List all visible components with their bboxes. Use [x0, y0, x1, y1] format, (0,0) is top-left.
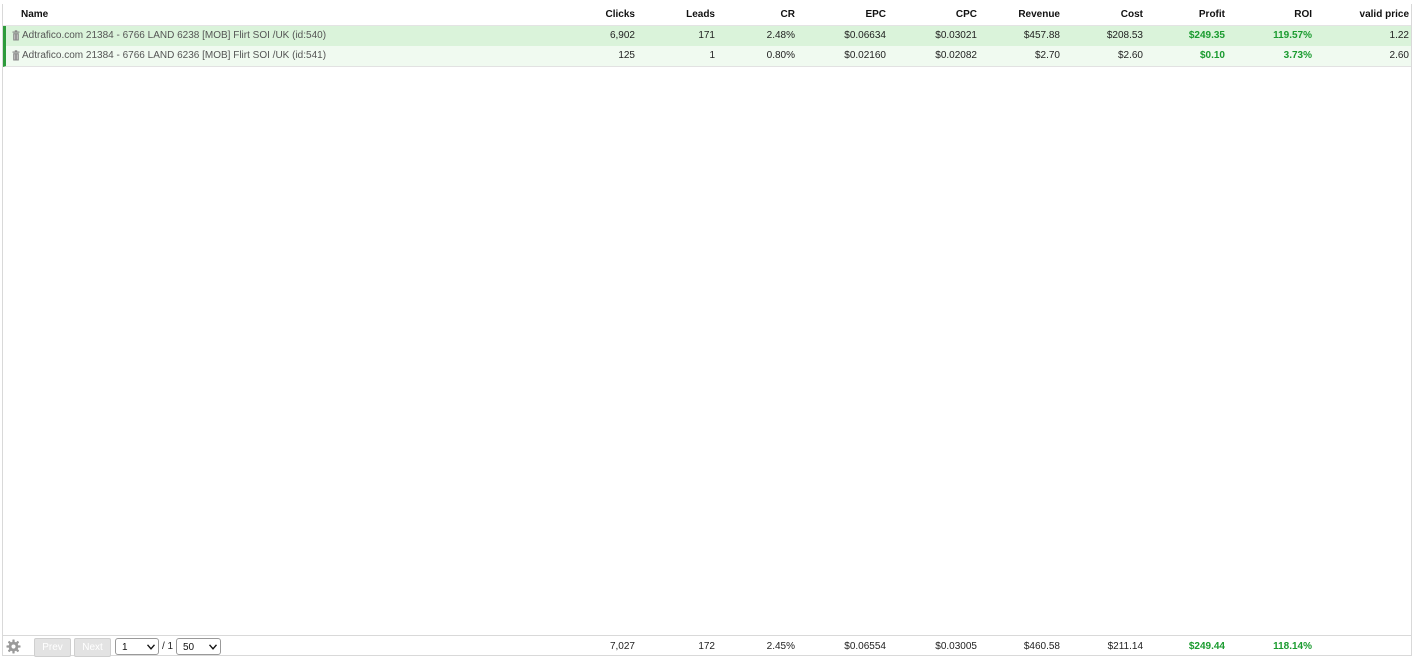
- per-page-select[interactable]: 50: [176, 638, 221, 655]
- table-header: Name Clicks Leads CR EPC CPC Revenue Cos…: [3, 4, 1411, 26]
- column-header-clicks[interactable]: Clicks: [563, 4, 635, 25]
- cell-cpc: $0.03021: [935, 30, 977, 41]
- per-page-select-value: 50: [183, 642, 195, 653]
- trash-icon[interactable]: [12, 30, 20, 41]
- total-revenue: $460.58: [1023, 641, 1060, 652]
- cell-epc: $0.06634: [844, 30, 886, 41]
- cell-cr: 2.48%: [766, 30, 795, 41]
- cell-roi: 3.73%: [1283, 50, 1312, 61]
- page-count-label: / 1: [162, 641, 174, 652]
- cell-valid-price: 1.22: [1389, 30, 1409, 41]
- column-header-valid-price[interactable]: valid price: [1318, 4, 1409, 25]
- column-header-profit[interactable]: Profit: [1148, 4, 1225, 25]
- cell-profit: $0.10: [1199, 50, 1225, 61]
- column-header-cost[interactable]: Cost: [1068, 4, 1143, 25]
- column-header-leads[interactable]: Leads: [643, 4, 715, 25]
- column-header-roi[interactable]: ROI: [1233, 4, 1312, 25]
- cell-clicks: 125: [618, 50, 635, 61]
- page-select-value: 1: [122, 642, 128, 653]
- cell-leads: 1: [709, 50, 715, 61]
- column-header-name[interactable]: Name: [21, 4, 48, 25]
- total-clicks: 7,027: [609, 641, 635, 652]
- column-header-revenue[interactable]: Revenue: [983, 4, 1060, 25]
- total-profit: $249.44: [1188, 641, 1225, 652]
- chevron-down-icon: [209, 644, 217, 650]
- gear-icon[interactable]: [6, 639, 21, 654]
- cell-revenue: $2.70: [1034, 50, 1060, 61]
- total-roi: 118.14%: [1273, 641, 1312, 652]
- cell-cost: $2.60: [1117, 50, 1143, 61]
- cell-profit: $249.35: [1188, 30, 1225, 41]
- table-footer: Prev Next 1 / 1 50 7,027 172 2.45% $0.06…: [3, 635, 1411, 657]
- cell-revenue: $457.88: [1023, 30, 1060, 41]
- cell-cost: $208.53: [1106, 30, 1143, 41]
- total-epc: $0.06554: [844, 641, 886, 652]
- total-leads: 172: [698, 641, 715, 652]
- prev-button[interactable]: Prev: [34, 638, 71, 657]
- total-cpc: $0.03005: [935, 641, 977, 652]
- column-header-cr[interactable]: CR: [723, 4, 795, 25]
- cell-epc: $0.02160: [844, 50, 886, 61]
- table-row[interactable]: Adtrafico.com 21384 - 6766 LAND 6236 [MO…: [3, 46, 1411, 67]
- next-button[interactable]: Next: [74, 638, 111, 657]
- cell-leads: 171: [698, 30, 715, 41]
- page-select[interactable]: 1: [115, 638, 159, 655]
- row-name[interactable]: Adtrafico.com 21384 - 6766 LAND 6236 [MO…: [22, 46, 326, 66]
- column-header-epc[interactable]: EPC: [803, 4, 886, 25]
- cell-roi: 119.57%: [1273, 30, 1312, 41]
- chevron-down-icon: [147, 644, 155, 650]
- table-row[interactable]: Adtrafico.com 21384 - 6766 LAND 6238 [MO…: [3, 26, 1411, 47]
- trash-icon[interactable]: [12, 50, 20, 61]
- cell-cr: 0.80%: [766, 50, 795, 61]
- total-cr: 2.45%: [766, 641, 795, 652]
- cell-valid-price: 2.60: [1389, 50, 1409, 61]
- report-table: Name Clicks Leads CR EPC CPC Revenue Cos…: [2, 4, 1412, 657]
- cell-cpc: $0.02082: [935, 50, 977, 61]
- column-header-cpc[interactable]: CPC: [893, 4, 977, 25]
- cell-clicks: 6,902: [609, 30, 635, 41]
- total-cost: $211.14: [1107, 641, 1143, 652]
- row-name[interactable]: Adtrafico.com 21384 - 6766 LAND 6238 [MO…: [22, 26, 326, 46]
